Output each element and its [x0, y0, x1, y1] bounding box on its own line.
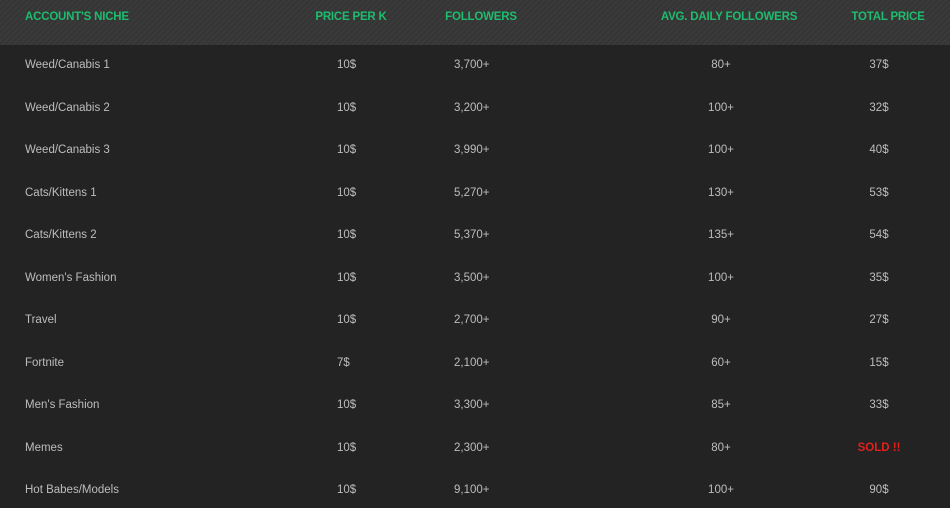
cell-total-price: 53$ — [869, 186, 889, 199]
table-row: Fortnite 7$ 2,100+ 60+ 15$ — [0, 343, 950, 385]
table-row: Women's Fashion 10$ 3,500+ 100+ 35$ — [0, 258, 950, 300]
cell-price-per-k: 10$ — [337, 441, 357, 454]
table-row: Travel 10$ 2,700+ 90+ 27$ — [0, 300, 950, 342]
cell-followers: 2,100+ — [454, 356, 490, 369]
cell-avg-daily-followers: 100+ — [708, 144, 734, 156]
cell-niche: Cats/Kittens 2 — [25, 229, 97, 241]
cell-followers: 3,990+ — [454, 144, 490, 156]
table-row: Men's Fashion 10$ 3,300+ 85+ 33$ — [0, 385, 950, 427]
cell-total-price: 90$ — [869, 484, 889, 496]
cell-price-per-k: 10$ — [337, 101, 357, 114]
cell-followers: 3,700+ — [454, 59, 490, 71]
cell-niche: Men's Fashion — [25, 399, 100, 411]
table-row: Cats/Kittens 2 10$ 5,370+ 135+ 54$ — [0, 215, 950, 257]
cell-followers: 2,700+ — [454, 314, 490, 326]
cell-niche: Cats/Kittens 1 — [25, 186, 97, 199]
column-header-price-per-k: PRICE PER K — [315, 11, 387, 23]
table-row: Weed/Canabis 3 10$ 3,990+ 100+ 40$ — [0, 130, 950, 172]
cell-avg-daily-followers: 135+ — [708, 229, 734, 241]
cell-price-per-k: 10$ — [337, 229, 357, 241]
cell-followers: 2,300+ — [454, 441, 490, 454]
cell-followers: 3,300+ — [454, 399, 490, 411]
cell-price-per-k: 7$ — [337, 356, 350, 369]
accounts-pricing-table: ACCOUNT'S NICHE PRICE PER K FOLLOWERS AV… — [0, 0, 950, 508]
column-header-avg-daily-followers: AVG. DAILY FOLLOWERS — [660, 11, 798, 23]
cell-price-per-k: 10$ — [337, 399, 357, 411]
cell-total-price: 15$ — [869, 356, 889, 369]
cell-niche: Travel — [25, 314, 57, 326]
table-row: Hot Babes/Models 10$ 9,100+ 100+ 90$ — [0, 470, 950, 508]
cell-avg-daily-followers: 100+ — [708, 271, 734, 284]
table-row: Weed/Canabis 2 10$ 3,200+ 100+ 32$ — [0, 88, 950, 130]
column-header-niche: ACCOUNT'S NICHE — [25, 11, 129, 23]
cell-avg-daily-followers: 130+ — [708, 186, 734, 199]
cell-avg-daily-followers: 80+ — [711, 441, 731, 454]
cell-price-per-k: 10$ — [337, 314, 357, 326]
cell-followers: 3,500+ — [454, 271, 490, 284]
table-header: ACCOUNT'S NICHE PRICE PER K FOLLOWERS AV… — [0, 0, 950, 45]
cell-total-price: 32$ — [869, 101, 889, 114]
cell-niche: Weed/Canabis 3 — [25, 144, 110, 156]
column-header-followers: FOLLOWERS — [445, 11, 517, 23]
cell-followers: 3,200+ — [454, 101, 490, 114]
cell-price-per-k: 10$ — [337, 484, 357, 496]
cell-niche: Weed/Canabis 2 — [25, 101, 110, 114]
cell-total-price: 35$ — [869, 271, 889, 284]
cell-price-per-k: 10$ — [337, 186, 357, 199]
sold-badge: SOLD !! — [857, 441, 901, 454]
cell-total-price: 54$ — [869, 229, 889, 241]
cell-niche: Hot Babes/Models — [25, 484, 119, 496]
cell-avg-daily-followers: 90+ — [711, 314, 731, 326]
cell-niche: Memes — [25, 441, 63, 454]
cell-followers: 9,100+ — [454, 484, 490, 496]
table-row: Cats/Kittens 1 10$ 5,270+ 130+ 53$ — [0, 173, 950, 215]
column-header-total-price: TOTAL PRICE — [851, 11, 925, 23]
cell-total-price: 40$ — [869, 144, 889, 156]
cell-niche: Weed/Canabis 1 — [25, 59, 110, 71]
cell-avg-daily-followers: 100+ — [708, 484, 734, 496]
cell-total-price: 33$ — [869, 399, 889, 411]
cell-price-per-k: 10$ — [337, 144, 357, 156]
cell-price-per-k: 10$ — [337, 271, 357, 284]
cell-avg-daily-followers: 60+ — [711, 356, 731, 369]
cell-avg-daily-followers: 85+ — [711, 399, 731, 411]
cell-total-price: 27$ — [869, 314, 889, 326]
table-row: Memes 10$ 2,300+ 80+ SOLD !! — [0, 428, 950, 470]
cell-avg-daily-followers: 80+ — [711, 59, 731, 71]
cell-niche: Fortnite — [25, 356, 64, 369]
cell-followers: 5,370+ — [454, 229, 490, 241]
table-row: Weed/Canabis 1 10$ 3,700+ 80+ 37$ — [0, 45, 950, 87]
cell-price-per-k: 10$ — [337, 59, 357, 71]
cell-niche: Women's Fashion — [25, 271, 117, 284]
cell-avg-daily-followers: 100+ — [708, 101, 734, 114]
cell-total-price: 37$ — [869, 59, 889, 71]
cell-followers: 5,270+ — [454, 186, 490, 199]
